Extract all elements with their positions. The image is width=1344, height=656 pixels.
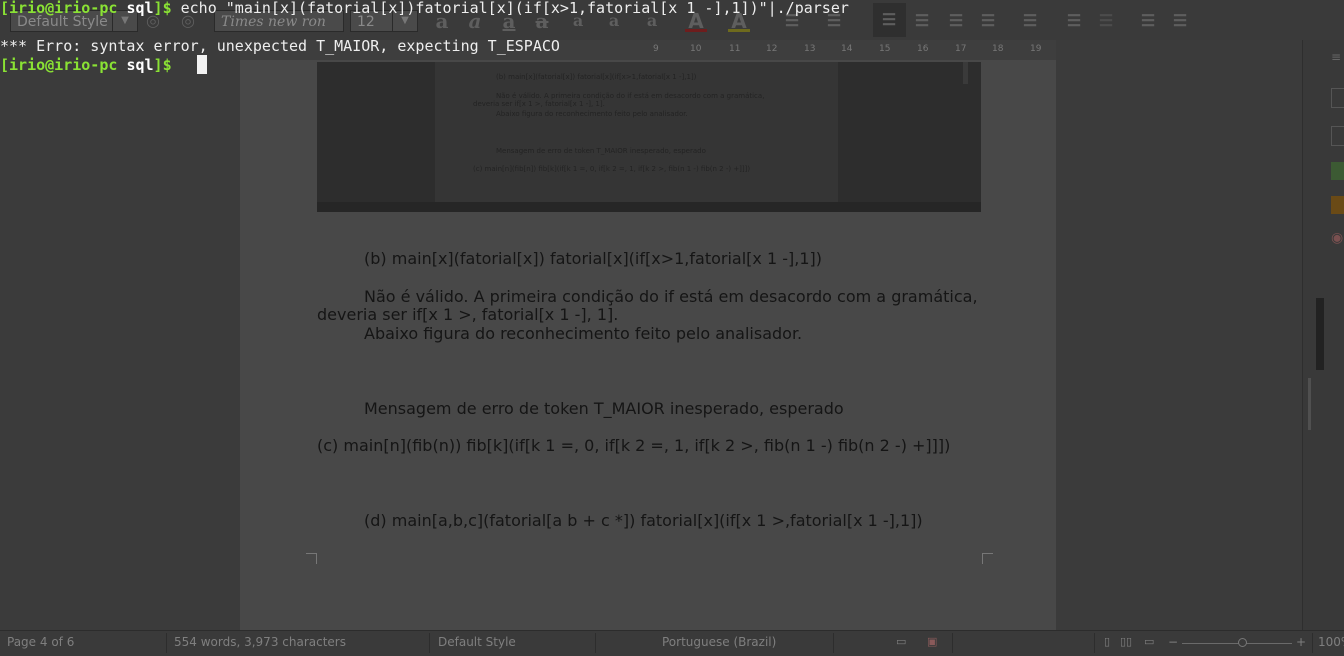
ruler-tick: 18: [992, 44, 1004, 54]
ruler-tick: 15: [879, 44, 891, 54]
paragraph-b: (b) main[x](fatorial[x]) fatorial[x](if[…: [364, 249, 822, 268]
status-separator: [1312, 633, 1313, 653]
prompt-dir: sql: [126, 0, 154, 17]
ruler-tick: 19: [1030, 44, 1042, 54]
prompt-bracket: [: [0, 0, 10, 17]
decrease-indent-icon[interactable]: ☰: [1168, 8, 1192, 34]
vertical-scrollbar[interactable]: [1308, 378, 1311, 430]
terminal-line-command: [irio@irio-pc sql]$ echo "main[x](fatori…: [0, 0, 849, 17]
align-left-icon: ☰: [881, 10, 897, 29]
ruler-tick: 14: [841, 44, 853, 54]
zoom-level[interactable]: 100%: [1318, 635, 1344, 649]
text-boundary-corner: [306, 553, 317, 564]
page-style[interactable]: Default Style: [438, 635, 516, 649]
embedded-line: deveria ser if[x 1 >, fatorial[x 1 -], 1…: [473, 100, 605, 108]
terminal-error-output: *** Erro: syntax error, unexpected T_MAI…: [0, 37, 560, 55]
paragraph-c: (c) main[n](fib(n)) fib[k](if[k 1 =, 0, …: [317, 436, 951, 455]
prompt-bracket: ]: [153, 0, 163, 17]
terminal-command: echo "main[x](fatorial[x])fatorial[x](if…: [171, 0, 849, 17]
single-page-view-icon[interactable]: ▯: [1104, 635, 1110, 648]
ruler-tick: 11: [729, 44, 741, 54]
workspace-right: [1057, 40, 1302, 630]
prompt-dir: sql: [126, 56, 154, 74]
document-modified-icon[interactable]: ▣: [927, 635, 937, 648]
align-right-icon[interactable]: ☰: [944, 8, 968, 34]
zoom-slider[interactable]: [1182, 643, 1292, 644]
embedded-scrollbar: [963, 62, 968, 84]
embedded-page: [435, 62, 838, 207]
multi-page-view-icon[interactable]: ▯▯: [1120, 635, 1132, 648]
line-spacing-icon[interactable]: ☰: [1018, 8, 1042, 34]
language[interactable]: Portuguese (Brazil): [662, 635, 776, 649]
embedded-line: (b) main[x](fatorial[x]) fatorial[x](if[…: [496, 73, 697, 81]
prompt-bracket: ]: [153, 56, 163, 74]
paragraph-invalid-line2: deveria ser if[x 1 >, fatorial[x 1 -], 1…: [317, 305, 619, 324]
status-separator: [429, 633, 430, 653]
status-separator: [833, 633, 834, 653]
prompt-dollar: $: [162, 56, 172, 74]
status-separator: [1094, 633, 1095, 653]
zoom-out-button[interactable]: −: [1168, 635, 1178, 649]
navigator-icon[interactable]: ◉: [1331, 230, 1344, 248]
embedded-line: Abaixo figura do reconhecimento feito pe…: [496, 110, 688, 118]
paragraph-figure: Abaixo figura do reconhecimento feito pe…: [364, 324, 803, 343]
ruler-tick: 12: [766, 44, 778, 54]
paragraph-invalid-line1: Não é válido. A primeira condição do if …: [364, 287, 978, 306]
ruler-tick: 13: [804, 44, 816, 54]
ruler-tick: 10: [690, 44, 702, 54]
status-separator: [952, 633, 953, 653]
embedded-line: Não é válido. A primeira condição do if …: [496, 92, 765, 100]
zoom-in-button[interactable]: +: [1296, 635, 1306, 649]
prompt-dollar: $: [162, 0, 172, 17]
ruler-tick: 17: [955, 44, 967, 54]
justify-icon[interactable]: ☰: [976, 8, 1000, 34]
embedded-statusbar: [317, 202, 981, 212]
styles-icon[interactable]: [1331, 162, 1344, 180]
sidebar-collapse-handle[interactable]: [1316, 298, 1324, 370]
word-count[interactable]: 554 words, 3,973 characters: [174, 635, 346, 649]
embedded-line: Mensagem de erro de token T_MAIOR inespe…: [496, 147, 706, 155]
font-color-bar: [685, 29, 707, 32]
increase-paragraph-spacing-icon[interactable]: ☰: [1062, 8, 1086, 34]
align-left-button[interactable]: ☰: [873, 3, 906, 37]
sidebar-menu-icon[interactable]: ≡: [1331, 50, 1344, 68]
prompt-bracket: [: [0, 56, 10, 74]
ruler-tick: 16: [917, 44, 929, 54]
ruler-tick: 9: [653, 44, 659, 54]
status-bar: Page 4 of 6 554 words, 3,973 characters …: [0, 630, 1344, 656]
increase-indent-icon[interactable]: ☰: [1136, 8, 1160, 34]
terminal-cursor[interactable]: [197, 55, 207, 74]
text-boundary-corner: [982, 553, 993, 564]
prompt-user-host: irio@irio-pc: [9, 0, 118, 17]
terminal-line-prompt[interactable]: [irio@irio-pc sql]$: [0, 56, 172, 74]
align-center-icon[interactable]: ☰: [910, 8, 934, 34]
highlight-color-bar: [728, 29, 750, 32]
paragraph-error: Mensagem de erro de token T_MAIOR inespe…: [364, 399, 844, 418]
status-separator: [166, 633, 167, 653]
page-count[interactable]: Page 4 of 6: [7, 635, 74, 649]
gallery-icon[interactable]: [1331, 196, 1344, 214]
prompt-user-host: irio@irio-pc: [9, 56, 118, 74]
workspace-left: [0, 40, 240, 630]
embedded-line: (c) main[n](fib[n]) fib[k](if[k 1 =, 0, …: [473, 165, 751, 173]
paragraph-d: (d) main[a,b,c](fatorial[a b + c *]) fat…: [364, 511, 923, 530]
book-view-icon[interactable]: ▭: [1144, 635, 1154, 648]
page-icon[interactable]: [1331, 126, 1344, 146]
zoom-slider-handle[interactable]: [1238, 638, 1247, 647]
status-separator: [595, 633, 596, 653]
decrease-paragraph-spacing-icon[interactable]: ☰: [1094, 8, 1118, 34]
insert-mode-icon[interactable]: ▭: [896, 635, 906, 648]
properties-icon[interactable]: [1331, 88, 1344, 108]
